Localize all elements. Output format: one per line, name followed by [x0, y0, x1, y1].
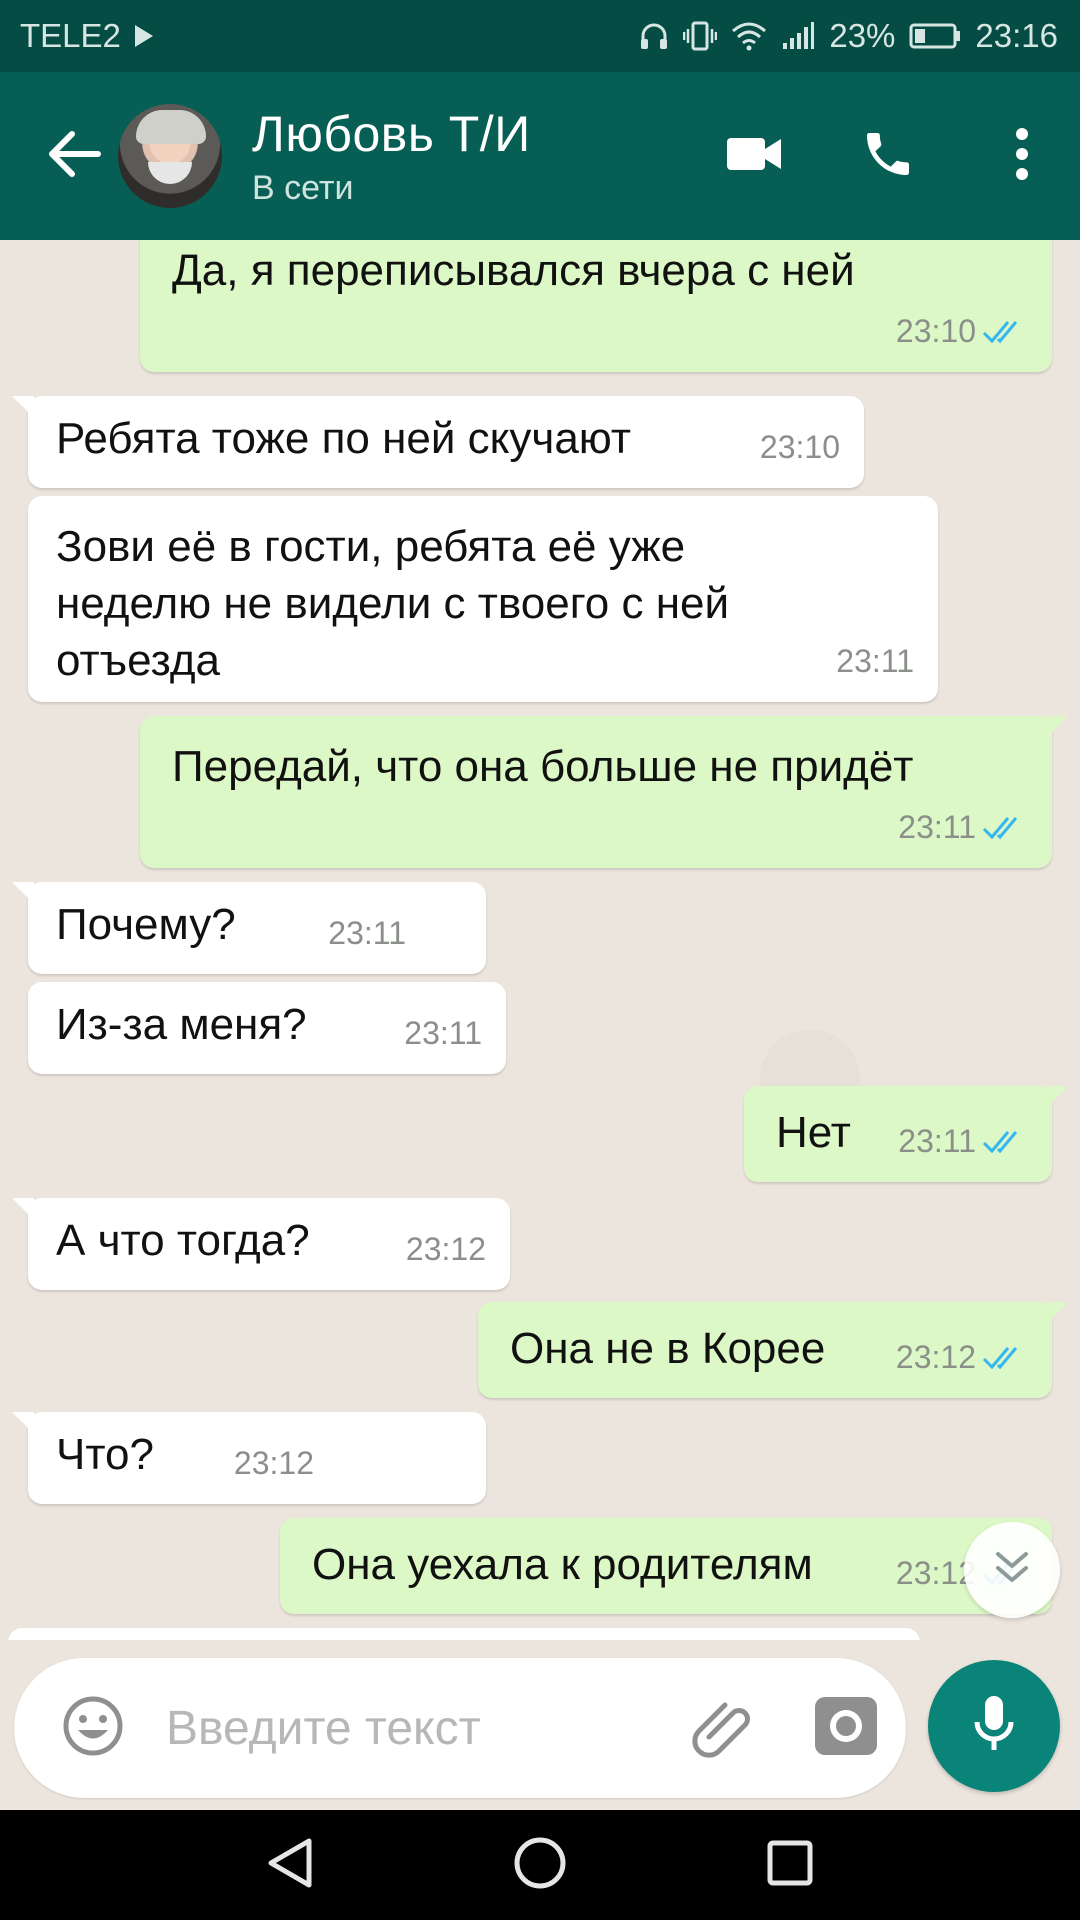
message-text: Да, я переписывался вчера с ней [172, 246, 855, 295]
message-text: А что тогда? [56, 1216, 310, 1265]
battery-icon [909, 22, 961, 50]
back-arrow-icon [46, 130, 102, 183]
message-outgoing[interactable]: Она не в Корее 23:12 [478, 1302, 1068, 1398]
message-time: 23:11 [898, 809, 976, 845]
emoji-button[interactable] [50, 1685, 136, 1771]
message-time: 23:12 [233, 1445, 314, 1481]
message-line: отъезда [56, 636, 221, 685]
wifi-icon [731, 21, 767, 51]
message-list[interactable]: Да, я переписывался вчера с ней 23:10 Ре… [0, 240, 1080, 1640]
more-options-button[interactable] [982, 116, 1062, 196]
back-button[interactable] [34, 116, 114, 196]
message-incoming[interactable]: Ребята тоже по ней скучают 23:10 [12, 396, 864, 488]
play-icon [133, 24, 155, 48]
message-time: 23:10 [759, 429, 840, 465]
message-input-container [14, 1658, 906, 1798]
composer [0, 1640, 1080, 1810]
triangle-back-icon [265, 1837, 315, 1894]
nav-home-button[interactable] [500, 1825, 580, 1905]
circle-home-icon [513, 1836, 567, 1895]
message-input[interactable] [166, 1700, 666, 1756]
attach-button[interactable] [680, 1686, 764, 1770]
message-text: Из-за меня? [56, 1000, 307, 1049]
message-time: 23:11 [404, 1015, 482, 1051]
square-recents-icon [766, 1839, 814, 1892]
mic-icon [972, 1694, 1016, 1759]
message-time: 23:11 [836, 643, 914, 679]
message-line: Зови её в гости, ребята её уже [56, 522, 686, 571]
chat-screen: TELE2 23% 23:16 Любовь Т/И В сети Да, я … [0, 0, 1080, 1920]
read-ticks-icon [982, 320, 1018, 343]
read-ticks-icon [982, 816, 1018, 839]
message-incoming-partial[interactable] [8, 1628, 920, 1640]
status-bar: TELE2 23% 23:16 [0, 0, 1080, 72]
clock: 23:16 [975, 17, 1058, 54]
double-chevron-down-icon [992, 1548, 1032, 1593]
video-call-button[interactable] [714, 116, 794, 196]
emoji-icon [62, 1695, 124, 1762]
read-ticks-icon [982, 1346, 1018, 1369]
nav-recents-button[interactable] [750, 1825, 830, 1905]
message-text: Нет [776, 1108, 851, 1157]
message-line: неделю не видели с твоего с ней [56, 579, 730, 628]
signal-icon [781, 21, 815, 51]
message-text: Передай, что она больше не придёт [172, 742, 914, 791]
message-text: Что? [56, 1430, 154, 1479]
message-incoming[interactable]: Из-за меня? 23:11 [28, 982, 506, 1074]
message-text: Она не в Корее [510, 1324, 826, 1373]
message-incoming[interactable]: Что? 23:12 [12, 1412, 486, 1504]
voice-call-button[interactable] [848, 116, 928, 196]
nav-back-button[interactable] [250, 1825, 330, 1905]
vibrate-icon [683, 21, 718, 51]
message-time: 23:12 [405, 1231, 486, 1267]
chat-header: Любовь Т/И В сети [0, 72, 1080, 240]
carrier-label: TELE2 [20, 17, 121, 54]
contact-status: В сети [252, 168, 354, 207]
message-incoming[interactable]: А что тогда? 23:12 [12, 1198, 510, 1290]
phone-icon [860, 126, 916, 187]
battery-percent: 23% [829, 17, 896, 54]
attach-icon [689, 1693, 755, 1764]
headphones-icon [639, 21, 669, 51]
message-outgoing[interactable]: Она уехала к родителям 23:12 [280, 1518, 1052, 1614]
message-outgoing[interactable]: Нет 23:11 [744, 1086, 1068, 1182]
message-text: Зови её в гости, ребята её уже неделю не… [56, 518, 729, 689]
scroll-to-bottom-button[interactable] [964, 1522, 1060, 1618]
message-incoming[interactable]: Зови её в гости, ребята её уже неделю не… [28, 496, 938, 702]
message-text: Она уехала к родителям [312, 1540, 813, 1589]
message-time: 23:11 [898, 1123, 976, 1159]
message-outgoing[interactable]: Да, я переписывался вчера с ней 23:10 [140, 240, 1052, 372]
voice-message-button[interactable] [928, 1660, 1060, 1792]
camera-button[interactable] [804, 1686, 888, 1770]
message-time: 23:10 [895, 313, 976, 349]
video-call-icon [725, 134, 783, 179]
message-time: 23:11 [328, 915, 406, 951]
message-time: 23:12 [895, 1339, 976, 1375]
contact-name: Любовь Т/И [252, 105, 531, 162]
message-outgoing[interactable]: Передай, что она больше не придёт 23:11 [140, 716, 1068, 868]
contact-info[interactable]: Любовь Т/И В сети [252, 105, 531, 208]
camera-icon [813, 1695, 879, 1762]
more-vert-icon [1014, 127, 1030, 185]
avatar[interactable] [118, 104, 222, 208]
read-ticks-icon [982, 1130, 1018, 1153]
message-incoming[interactable]: Почему? 23:11 [12, 882, 486, 974]
message-text: Почему? [56, 900, 236, 949]
system-navigation-bar [0, 1810, 1080, 1920]
message-text: Ребята тоже по ней скучают [56, 414, 631, 463]
